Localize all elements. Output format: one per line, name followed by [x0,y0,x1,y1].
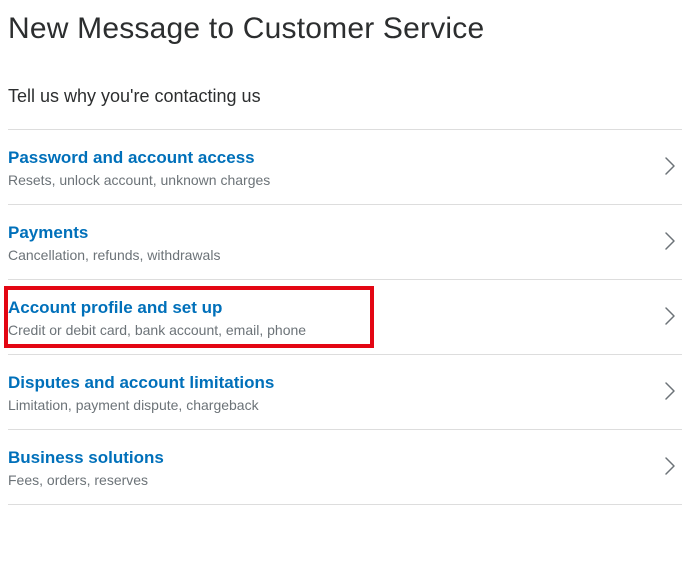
category-title: Password and account access [8,148,652,168]
chevron-right-icon [664,381,676,406]
category-text: Business solutions Fees, orders, reserve… [8,448,652,488]
category-title: Disputes and account limitations [8,373,652,393]
category-text: Password and account access Resets, unlo… [8,148,652,188]
category-account-profile[interactable]: Account profile and set up Credit or deb… [8,280,682,355]
category-title: Account profile and set up [8,298,652,318]
category-text: Disputes and account limitations Limitat… [8,373,652,413]
subtitle: Tell us why you're contacting us [8,86,682,107]
category-title: Payments [8,223,652,243]
category-text: Account profile and set up Credit or deb… [8,298,652,338]
category-disputes[interactable]: Disputes and account limitations Limitat… [8,355,682,430]
chevron-right-icon [664,306,676,331]
chevron-right-icon [664,231,676,256]
chevron-right-icon [664,156,676,181]
page-title: New Message to Customer Service [8,12,682,46]
chevron-right-icon [664,456,676,481]
category-business-solutions[interactable]: Business solutions Fees, orders, reserve… [8,430,682,505]
category-desc: Limitation, payment dispute, chargeback [8,397,652,413]
category-payments[interactable]: Payments Cancellation, refunds, withdraw… [8,205,682,280]
category-desc: Fees, orders, reserves [8,472,652,488]
category-list: Password and account access Resets, unlo… [8,129,682,505]
category-text: Payments Cancellation, refunds, withdraw… [8,223,652,263]
category-desc: Cancellation, refunds, withdrawals [8,247,652,263]
category-desc: Credit or debit card, bank account, emai… [8,322,652,338]
category-desc: Resets, unlock account, unknown charges [8,172,652,188]
category-password-access[interactable]: Password and account access Resets, unlo… [8,130,682,205]
category-title: Business solutions [8,448,652,468]
